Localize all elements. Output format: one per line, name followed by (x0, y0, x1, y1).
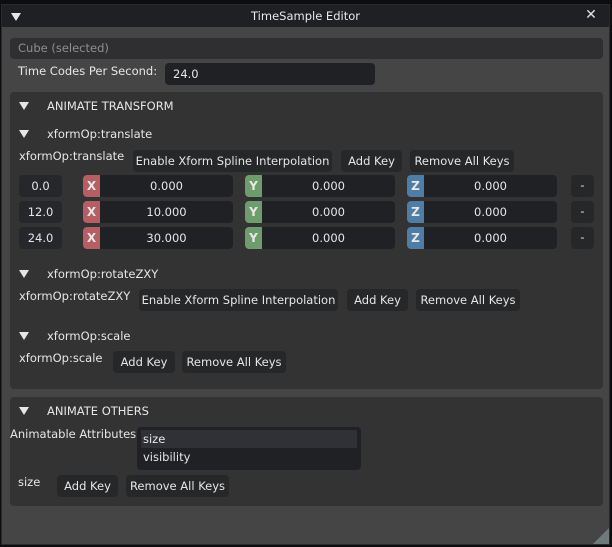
x-value: 10.000 (146, 205, 187, 219)
list-item[interactable]: size (141, 430, 357, 448)
translate-row-label: xformOp:translate (19, 149, 125, 163)
selected-prim-label: Cube (selected) (10, 38, 603, 59)
translate-title: xformOp:translate (47, 127, 153, 141)
remove-key-button[interactable]: - (571, 175, 594, 197)
x-axis-badge: X (83, 227, 100, 249)
animate-others-header[interactable]: ANIMATE OTHERS (19, 404, 149, 418)
x-value: 0.000 (150, 179, 183, 193)
rotate-enable-spline-button[interactable]: Enable Xform Spline Interpolation (139, 289, 338, 311)
triangle-down-icon (11, 13, 21, 21)
translate-add-key-button[interactable]: Add Key (341, 150, 402, 172)
animate-others-title: ANIMATE OTHERS (47, 404, 149, 418)
title-bar[interactable]: TimeSample Editor ✕ (2, 5, 609, 27)
animate-others-section: ANIMATE OTHERS Animatable Attributes siz… (10, 397, 603, 506)
triangle-down-icon (19, 332, 29, 340)
y-axis-badge: Y (245, 175, 262, 197)
animatable-attributes-label: Animatable Attributes (10, 427, 137, 441)
size-row-label: size (18, 475, 41, 489)
y-axis-badge: Y (245, 201, 262, 223)
animate-transform-header[interactable]: ANIMATE TRANSFORM (19, 99, 174, 113)
close-icon: ✕ (585, 7, 597, 23)
scale-remove-all-keys-button[interactable]: Remove All Keys (182, 351, 286, 373)
animatable-attributes-list[interactable]: size visibility (137, 427, 361, 470)
translate-enable-spline-button[interactable]: Enable Xform Spline Interpolation (133, 150, 332, 172)
z-value-field[interactable]: Z 0.000 (407, 227, 557, 249)
rotate-title: xformOp:rotateZXY (47, 267, 159, 281)
remove-key-button[interactable]: - (571, 201, 594, 223)
scale-title: xformOp:scale (47, 329, 131, 343)
triangle-down-icon (19, 102, 29, 110)
animate-transform-section: ANIMATE TRANSFORM xformOp:translate xfor… (10, 92, 603, 389)
resize-grip[interactable] (593, 528, 609, 544)
time-codes-input[interactable] (165, 63, 375, 85)
y-value: 0.000 (312, 231, 345, 245)
y-value-field[interactable]: Y 0.000 (245, 227, 395, 249)
y-axis-badge: Y (245, 227, 262, 249)
animate-transform-title: ANIMATE TRANSFORM (47, 99, 174, 113)
translate-header[interactable]: xformOp:translate (19, 127, 152, 141)
x-value-field[interactable]: X 30.000 (83, 227, 233, 249)
z-value: 0.000 (474, 205, 507, 219)
size-remove-all-keys-button[interactable]: Remove All Keys (126, 475, 229, 497)
z-axis-badge: Z (407, 201, 424, 223)
scale-header[interactable]: xformOp:scale (19, 329, 130, 343)
size-add-key-button[interactable]: Add Key (57, 475, 118, 497)
remove-key-button[interactable]: - (571, 227, 594, 249)
x-value-field[interactable]: X 10.000 (83, 201, 233, 223)
z-value: 0.000 (474, 231, 507, 245)
z-axis-badge: Z (407, 227, 424, 249)
triangle-down-icon (19, 130, 29, 138)
z-value: 0.000 (474, 179, 507, 193)
key-time-input[interactable]: 0.0 (19, 175, 62, 197)
triangle-down-icon (19, 270, 29, 278)
time-codes-label: Time Codes Per Second: (18, 64, 158, 78)
key-time-input[interactable]: 12.0 (19, 201, 62, 223)
y-value-field[interactable]: Y 0.000 (245, 175, 395, 197)
y-value: 0.000 (312, 205, 345, 219)
close-button[interactable]: ✕ (584, 8, 598, 22)
window-title: TimeSample Editor (251, 9, 360, 23)
scale-row-label: xformOp:scale (19, 351, 103, 365)
timesample-editor-window: TimeSample Editor ✕ Cube (selected) Time… (1, 4, 610, 545)
key-time-input[interactable]: 24.0 (19, 227, 62, 249)
rotate-add-key-button[interactable]: Add Key (347, 289, 408, 311)
translate-remove-all-keys-button[interactable]: Remove All Keys (410, 150, 514, 172)
rotate-header[interactable]: xformOp:rotateZXY (19, 267, 158, 281)
rotate-row-label: xformOp:rotateZXY (19, 289, 131, 303)
x-axis-badge: X (83, 175, 100, 197)
y-value: 0.000 (312, 179, 345, 193)
z-axis-badge: Z (407, 175, 424, 197)
x-value-field[interactable]: X 0.000 (83, 175, 233, 197)
y-value-field[interactable]: Y 0.000 (245, 201, 395, 223)
triangle-down-icon (19, 407, 29, 415)
rotate-remove-all-keys-button[interactable]: Remove All Keys (416, 289, 520, 311)
z-value-field[interactable]: Z 0.000 (407, 201, 557, 223)
x-axis-badge: X (83, 201, 100, 223)
z-value-field[interactable]: Z 0.000 (407, 175, 557, 197)
list-item[interactable]: visibility (141, 448, 357, 466)
scale-add-key-button[interactable]: Add Key (113, 351, 175, 373)
x-value: 30.000 (146, 231, 187, 245)
collapse-window-button[interactable] (11, 10, 21, 21)
